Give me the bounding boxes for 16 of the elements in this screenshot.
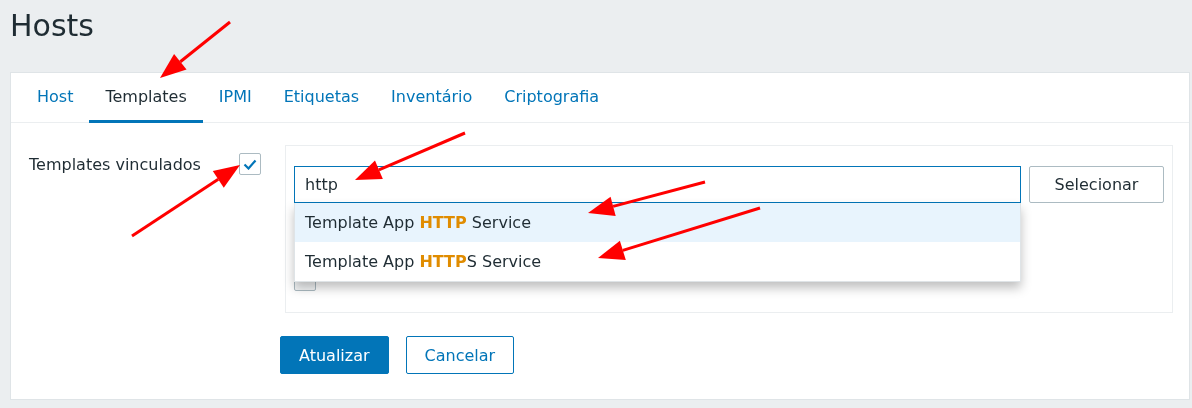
suggestion-item[interactable]: Template App HTTP Service — [295, 203, 1020, 242]
update-button[interactable]: Atualizar — [280, 336, 389, 374]
select-button[interactable]: Selecionar — [1029, 166, 1164, 203]
tab[interactable]: Inventário — [375, 73, 489, 123]
field-label: Templates vinculados — [29, 155, 202, 174]
tab[interactable]: IPMI — [202, 73, 268, 123]
search-field[interactable]: http — [294, 166, 1021, 203]
suggestion-item[interactable]: Template App HTTPS Service — [295, 242, 1020, 281]
cancel-button[interactable]: Cancelar — [405, 336, 515, 374]
tab[interactable]: Etiquetas — [267, 73, 376, 123]
page-title: Hosts — [9, 7, 95, 45]
checkbox[interactable] — [239, 153, 261, 175]
tab[interactable]: Host — [21, 73, 90, 123]
check-icon — [243, 158, 257, 170]
tab[interactable]: Criptografia — [488, 73, 616, 123]
annotation-arrow — [160, 20, 231, 78]
